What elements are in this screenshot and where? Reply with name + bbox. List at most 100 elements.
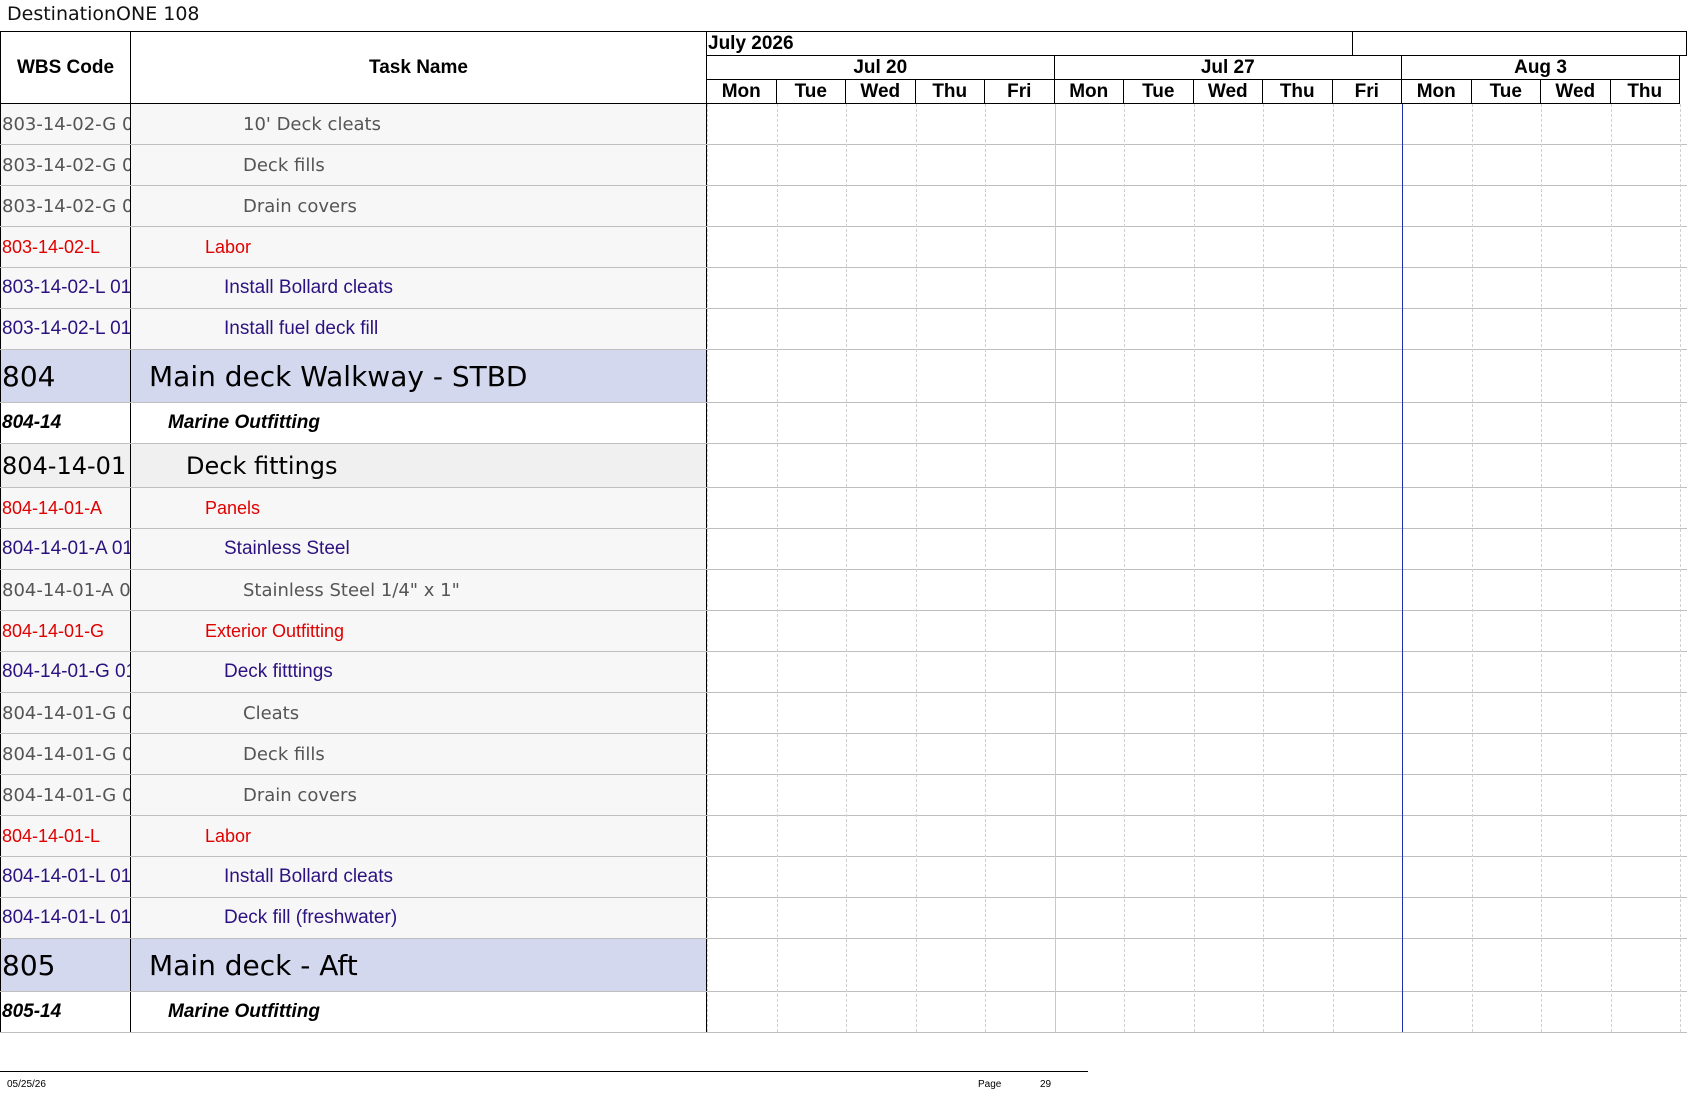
task-name-cell: Panels: [131, 488, 707, 528]
table-row[interactable]: 803-14-02-L Labor: [0, 227, 707, 268]
grid-line: [1124, 104, 1125, 1032]
table-row[interactable]: 804-14-01-A Panels: [0, 488, 707, 529]
task-name-cell: Stainless Steel 1/4" x 1": [131, 570, 707, 610]
task-name-cell: Deck fitttings: [131, 652, 707, 692]
table-row[interactable]: 803-14-02-G 01 10' Deck cleats: [0, 104, 707, 145]
task-name-cell: Deck fills: [131, 734, 707, 774]
footer-date: 05/25/26: [7, 1079, 46, 1090]
table-row[interactable]: 804-14-01 Deck fittings: [0, 444, 707, 488]
timeline-row[interactable]: [707, 611, 1687, 652]
grid-line: [846, 104, 847, 1032]
grid-line: [1680, 104, 1681, 1032]
timeline-row[interactable]: [707, 529, 1687, 570]
wbs-code-cell: 803-14-02-G 01: [0, 186, 131, 226]
task-column-header[interactable]: Task Name: [131, 32, 707, 104]
timeline-row[interactable]: [707, 898, 1687, 939]
table-row[interactable]: 804-14-01-G 01 Deck fitttings: [0, 652, 707, 693]
grid-line: [1054, 104, 1056, 1032]
timeline-row[interactable]: [707, 145, 1687, 186]
table-row[interactable]: 804-14-01-A 01 Stainless Steel: [0, 529, 707, 570]
table-row[interactable]: 804-14-01-G 01 Cleats: [0, 693, 707, 734]
task-name-cell: Install Bollard cleats: [131, 268, 707, 308]
timeline-row[interactable]: [707, 350, 1687, 403]
table-row[interactable]: 805-14 Marine Outfitting: [0, 992, 707, 1033]
task-name-cell: Drain covers: [131, 775, 707, 815]
table-row[interactable]: 804-14-01-L Labor: [0, 816, 707, 857]
timeline-row[interactable]: [707, 775, 1687, 816]
task-table: 803-14-02-G 01 10' Deck cleats 803-14-02-G…: [0, 104, 707, 1033]
table-row[interactable]: 804-14-01-G Exterior Outfitting: [0, 611, 707, 652]
timeline-row[interactable]: [707, 268, 1687, 309]
table-row[interactable]: 803-14-02-L 01 Install fuel deck fill: [0, 309, 707, 350]
grid-line: [1471, 104, 1473, 1032]
timeline-row[interactable]: [707, 186, 1687, 227]
day-header: Tue: [776, 80, 846, 104]
table-row[interactable]: 803-14-02-L 01 Install Bollard cleats: [0, 268, 707, 309]
task-name-cell: Install fuel deck fill: [131, 309, 707, 349]
wbs-code-cell: 804-14-01-G 01: [0, 693, 131, 733]
timeline-row[interactable]: [707, 992, 1687, 1033]
footer-divider: [0, 1071, 1088, 1072]
table-row[interactable]: 804-14-01-A 01 Stainless Steel 1/4" x 1": [0, 570, 707, 611]
wbs-code-cell: 803-14-02-G 01: [0, 104, 131, 144]
grid-line: [1610, 104, 1612, 1032]
task-name-cell: 10' Deck cleats: [131, 104, 707, 144]
task-name-cell: Marine Outfitting: [131, 403, 707, 443]
wbs-code-cell: 804-14-01-L: [0, 816, 131, 856]
wbs-code-cell: 804-14-01-A 01: [0, 570, 131, 610]
timeline-row[interactable]: [707, 570, 1687, 611]
wbs-code-cell: 803-14-02-G 01: [0, 145, 131, 185]
task-name-cell: Exterior Outfitting: [131, 611, 707, 651]
table-row[interactable]: 803-14-02-G 01 Deck fills: [0, 145, 707, 186]
table-row[interactable]: 805 Main deck - Aft: [0, 939, 707, 992]
wbs-column-header[interactable]: WBS Code: [0, 32, 131, 104]
table-row[interactable]: 804-14-01-L 01 Install Bollard cleats: [0, 857, 707, 898]
wbs-code-cell: 804-14-01-G 01: [0, 734, 131, 774]
timeline-row[interactable]: [707, 309, 1687, 350]
timeline-row[interactable]: [707, 816, 1687, 857]
grid-line: [985, 104, 986, 1032]
month-header: [1353, 32, 1687, 56]
task-name-cell: Install Bollard cleats: [131, 857, 707, 897]
timeline-row[interactable]: [707, 104, 1687, 145]
task-name-cell: Drain covers: [131, 186, 707, 226]
task-name-cell: Deck fittings: [131, 444, 707, 487]
task-name-cell: Deck fills: [131, 145, 707, 185]
timeline-row[interactable]: [707, 652, 1687, 693]
timeline-row[interactable]: [707, 403, 1687, 444]
grid-line: [915, 104, 917, 1032]
table-row[interactable]: 804-14 Marine Outfitting: [0, 403, 707, 444]
footer-page-number: 29: [1040, 1079, 1052, 1090]
wbs-code-cell: 804-14-01-A: [0, 488, 131, 528]
week-header: Aug 3: [1402, 56, 1680, 80]
wbs-code-cell: 804-14: [0, 403, 131, 443]
wbs-code-cell: 804-14-01-L 01: [0, 898, 131, 938]
task-name-cell: Deck fill (freshwater): [131, 898, 707, 938]
timeline-row[interactable]: [707, 227, 1687, 268]
wbs-code-cell: 804-14-01-A 01: [0, 529, 131, 569]
table-row[interactable]: 804-14-01-G 01 Deck fills: [0, 734, 707, 775]
wbs-code-cell: 805-14: [0, 992, 131, 1032]
task-name-cell: Cleats: [131, 693, 707, 733]
table-row[interactable]: 803-14-02-G 01 Drain covers: [0, 186, 707, 227]
day-header: Mon: [707, 80, 777, 104]
day-header: Thu: [915, 80, 985, 104]
day-header: Fri: [1332, 80, 1402, 104]
document-title: DestinationONE 108: [7, 3, 200, 25]
table-row[interactable]: 804 Main deck Walkway - STBD: [0, 350, 707, 403]
timeline-row[interactable]: [707, 857, 1687, 898]
table-row[interactable]: 804-14-01-L 01 Deck fill (freshwater): [0, 898, 707, 939]
timeline-row[interactable]: [707, 444, 1687, 488]
timeline-row[interactable]: [707, 693, 1687, 734]
timeline-row[interactable]: [707, 939, 1687, 992]
wbs-code-cell: 803-14-02-L: [0, 227, 131, 267]
day-header: Mon: [1402, 80, 1472, 104]
grid-line: [776, 104, 778, 1032]
table-row[interactable]: 804-14-01-G 01 Drain covers: [0, 775, 707, 816]
timeline-row[interactable]: [707, 488, 1687, 529]
timeline-row[interactable]: [707, 734, 1687, 775]
week-header: Jul 27: [1054, 56, 1402, 80]
task-name-cell: Stainless Steel: [131, 529, 707, 569]
wbs-code-cell: 804-14-01-G 01: [0, 775, 131, 815]
day-header: Wed: [1193, 80, 1263, 104]
